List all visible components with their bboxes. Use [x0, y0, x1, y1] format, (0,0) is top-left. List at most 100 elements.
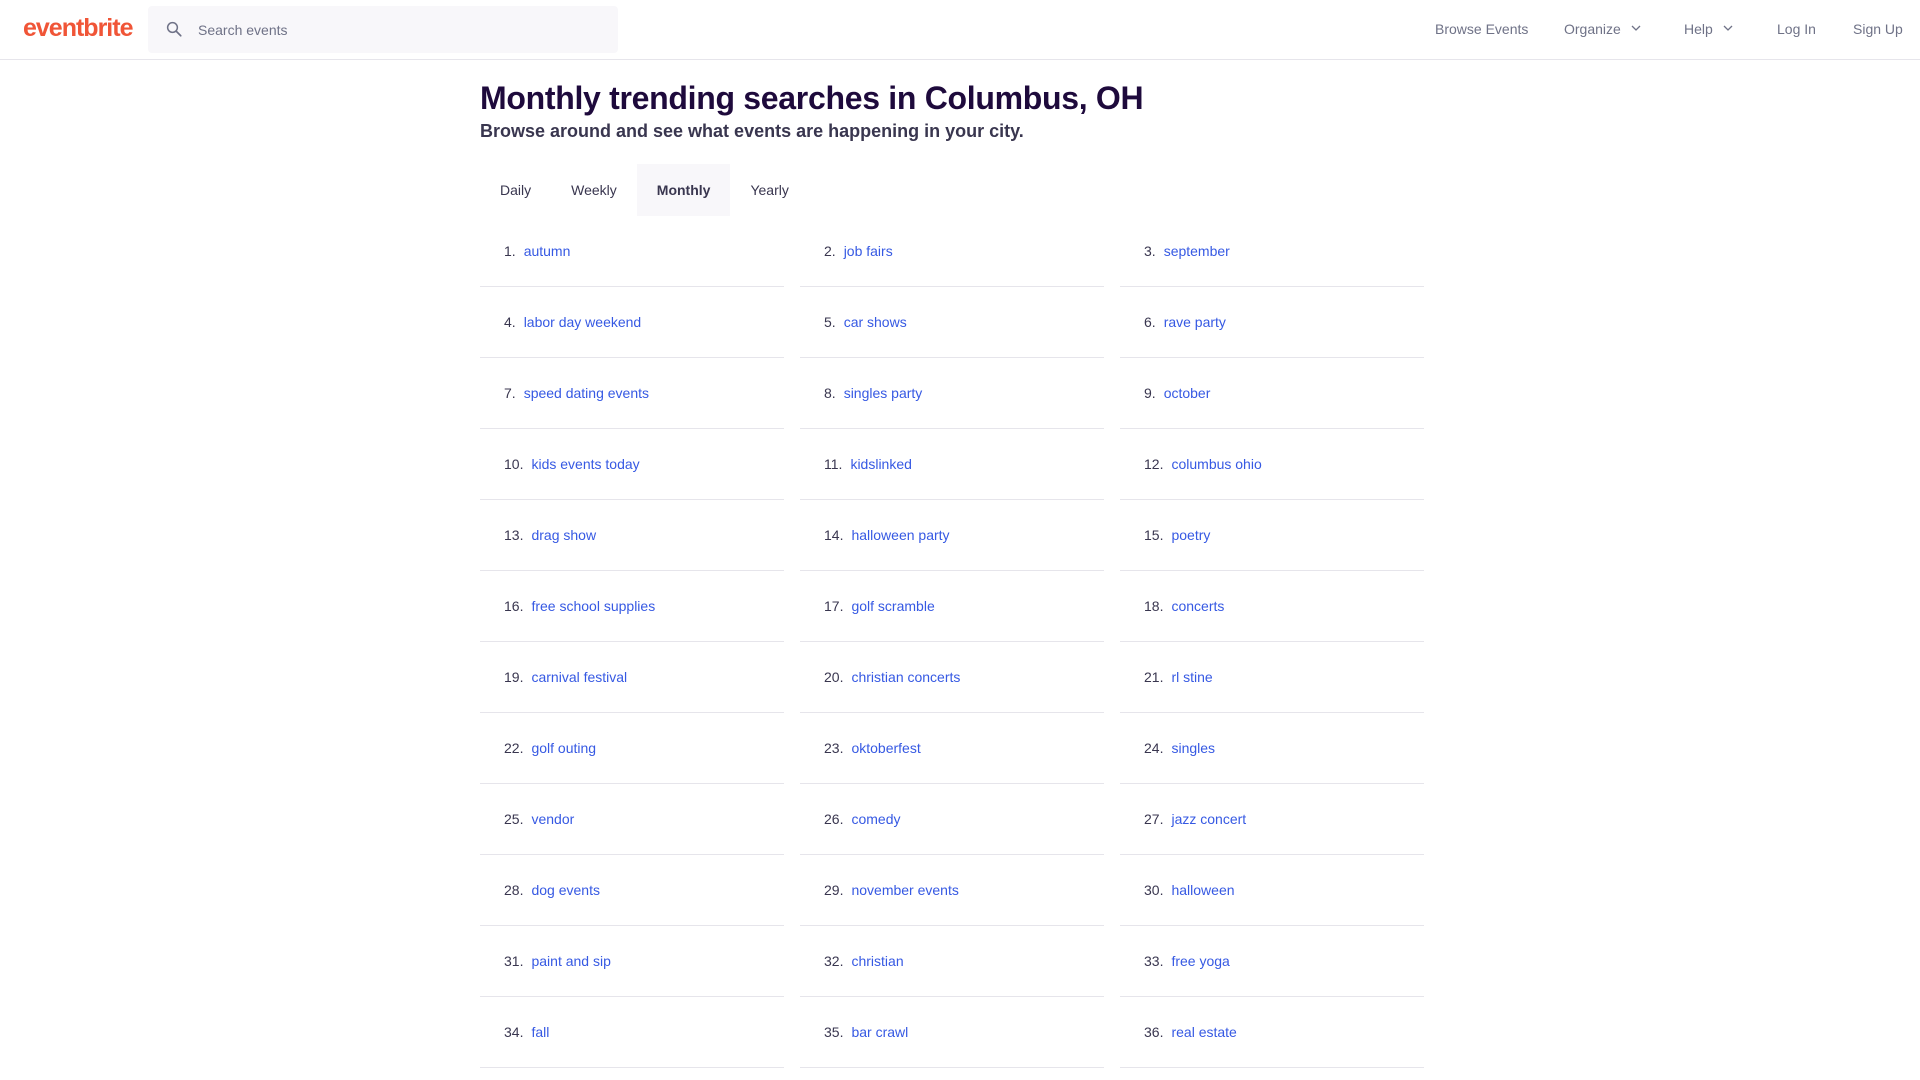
trending-rank: 4. — [504, 314, 516, 330]
trending-search-link[interactable]: autumn — [524, 243, 571, 259]
trending-search-link[interactable]: free yoga — [1171, 953, 1229, 969]
trending-rank: 9. — [1144, 385, 1156, 401]
search-icon — [166, 21, 182, 37]
trending-search-link[interactable]: golf outing — [531, 740, 596, 756]
trending-search-link[interactable]: singles — [1171, 740, 1215, 756]
trending-item: 1. autumn — [480, 216, 784, 287]
trending-item: 13. drag show — [480, 500, 784, 571]
trending-search-link[interactable]: vendor — [531, 811, 574, 827]
trending-item: 4. labor day weekend — [480, 287, 784, 358]
trending-search-link[interactable]: job fairs — [844, 243, 893, 259]
trending-item: 24. singles — [1120, 713, 1424, 784]
trending-search-link[interactable]: october — [1164, 385, 1211, 401]
trending-item: 22. golf outing — [480, 713, 784, 784]
trending-item: 16. free school supplies — [480, 571, 784, 642]
trending-rank: 3. — [1144, 243, 1156, 259]
trending-searches-list: 1. autumn 2. job fairs 3. september 4. labor da… — [480, 216, 1426, 1068]
trending-rank: 35. — [824, 1024, 844, 1040]
trending-item: 27. jazz concert — [1120, 784, 1424, 855]
trending-search-link[interactable]: bar crawl — [851, 1024, 908, 1040]
eventbrite-logo[interactable]: eventbrite — [23, 14, 133, 43]
trending-rank: 30. — [1144, 882, 1164, 898]
trending-item: 19. carnival festival — [480, 642, 784, 713]
tab-daily[interactable]: Daily — [480, 164, 551, 216]
trending-rank: 16. — [504, 598, 524, 614]
trending-search-link[interactable]: drag show — [531, 527, 596, 543]
trending-rank: 1. — [504, 243, 516, 259]
trending-search-link[interactable]: christian — [851, 953, 903, 969]
trending-search-link[interactable]: car shows — [844, 314, 907, 330]
trending-search-link[interactable]: concerts — [1171, 598, 1224, 614]
trending-search-link[interactable]: columbus ohio — [1171, 456, 1261, 472]
trending-search-link[interactable]: dog events — [531, 882, 600, 898]
trending-search-link[interactable]: kids events today — [531, 456, 639, 472]
trending-search-link[interactable]: real estate — [1171, 1024, 1236, 1040]
trending-search-link[interactable]: labor day weekend — [524, 314, 642, 330]
trending-search-link[interactable]: free school supplies — [531, 598, 655, 614]
trending-search-link[interactable]: paint and sip — [531, 953, 610, 969]
trending-search-link[interactable]: carnival festival — [531, 669, 627, 685]
help-menu[interactable]: Help — [1684, 21, 1733, 37]
trending-rank: 32. — [824, 953, 844, 969]
trending-rank: 21. — [1144, 669, 1164, 685]
organize-label: Organize — [1564, 21, 1621, 37]
help-label: Help — [1684, 21, 1713, 37]
signup-link[interactable]: Sign Up — [1853, 21, 1903, 37]
trending-rank: 10. — [504, 456, 524, 472]
trending-item: 35. bar crawl — [800, 997, 1104, 1068]
trending-search-link[interactable]: golf scramble — [851, 598, 934, 614]
login-link[interactable]: Log In — [1777, 21, 1816, 37]
trending-search-link[interactable]: rave party — [1164, 314, 1226, 330]
trending-item: 6. rave party — [1120, 287, 1424, 358]
trending-rank: 27. — [1144, 811, 1164, 827]
trending-item: 34. fall — [480, 997, 784, 1068]
trending-item: 15. poetry — [1120, 500, 1424, 571]
trending-item: 5. car shows — [800, 287, 1104, 358]
trending-search-link[interactable]: comedy — [851, 811, 900, 827]
trending-search-link[interactable]: kidslinked — [850, 456, 911, 472]
trending-search-link[interactable]: november events — [851, 882, 958, 898]
trending-item: 14. halloween party — [800, 500, 1104, 571]
trending-rank: 7. — [504, 385, 516, 401]
tab-yearly[interactable]: Yearly — [730, 164, 808, 216]
trending-rank: 2. — [824, 243, 836, 259]
trending-rank: 8. — [824, 385, 836, 401]
trending-rank: 34. — [504, 1024, 524, 1040]
tab-weekly[interactable]: Weekly — [551, 164, 637, 216]
trending-item: 32. christian — [800, 926, 1104, 997]
trending-rank: 19. — [504, 669, 524, 685]
trending-item: 20. christian concerts — [800, 642, 1104, 713]
organize-menu[interactable]: Organize — [1564, 21, 1641, 37]
trending-search-link[interactable]: singles party — [844, 385, 923, 401]
trending-search-link[interactable]: september — [1164, 243, 1230, 259]
trending-item: 25. vendor — [480, 784, 784, 855]
trending-search-link[interactable]: speed dating events — [524, 385, 649, 401]
trending-item: 11. kidslinked — [800, 429, 1104, 500]
trending-item: 7. speed dating events — [480, 358, 784, 429]
trending-search-link[interactable]: halloween party — [851, 527, 949, 543]
trending-search-link[interactable]: christian concerts — [851, 669, 960, 685]
search-bar[interactable] — [148, 6, 618, 53]
trending-item: 9. october — [1120, 358, 1424, 429]
trending-search-link[interactable]: halloween — [1171, 882, 1234, 898]
browse-events-link[interactable]: Browse Events — [1435, 21, 1528, 37]
trending-item: 2. job fairs — [800, 216, 1104, 287]
period-tabs: Daily Weekly Monthly Yearly — [480, 164, 809, 216]
trending-rank: 24. — [1144, 740, 1164, 756]
trending-rank: 33. — [1144, 953, 1164, 969]
trending-item: 36. real estate — [1120, 997, 1424, 1068]
trending-search-link[interactable]: poetry — [1171, 527, 1210, 543]
trending-search-link[interactable]: oktoberfest — [851, 740, 920, 756]
trending-rank: 15. — [1144, 527, 1164, 543]
search-input[interactable] — [198, 6, 608, 53]
trending-search-link[interactable]: rl stine — [1171, 669, 1212, 685]
trending-item: 18. concerts — [1120, 571, 1424, 642]
trending-search-link[interactable]: jazz concert — [1171, 811, 1246, 827]
trending-item: 30. halloween — [1120, 855, 1424, 926]
trending-item: 3. september — [1120, 216, 1424, 287]
trending-rank: 23. — [824, 740, 844, 756]
trending-search-link[interactable]: fall — [531, 1024, 549, 1040]
tab-monthly[interactable]: Monthly — [636, 164, 731, 216]
trending-rank: 17. — [824, 598, 844, 614]
trending-item: 28. dog events — [480, 855, 784, 926]
